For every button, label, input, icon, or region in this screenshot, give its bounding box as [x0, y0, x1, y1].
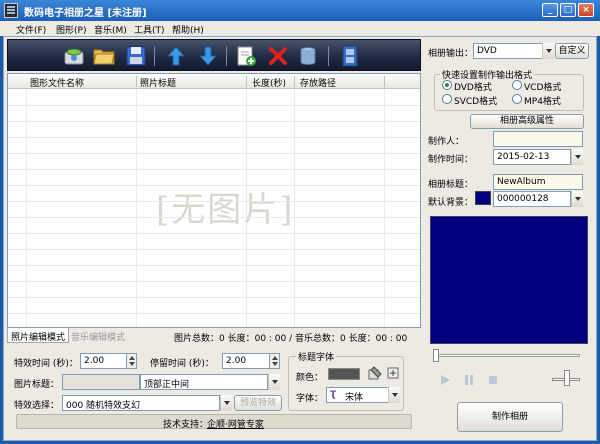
font-select[interactable]: Ʈ 宋体: [326, 387, 390, 403]
format-label-dvd[interactable]: DVD格式: [454, 80, 492, 93]
background-label: 默认背景：: [428, 198, 474, 208]
make-album-button[interactable]: 制作相册: [457, 402, 563, 432]
delete-icon[interactable]: [266, 44, 290, 68]
menu-tools[interactable]: 工具(T): [134, 23, 165, 36]
stats-readout: 图片总数：0 长度：00 : 00 / 音乐总数：0 长度：00 : 00: [174, 334, 408, 344]
background-color-value[interactable]: 000000128: [493, 191, 571, 207]
apply-color-icon[interactable]: [386, 366, 400, 380]
menu-music[interactable]: 音乐(M): [94, 23, 127, 36]
tab-music-edit[interactable]: 音乐编辑模式: [68, 328, 128, 343]
preview-effect-button[interactable]: 预览特效: [234, 395, 282, 411]
toolbar: [7, 39, 421, 71]
image-title-label: 图片标题：: [14, 380, 60, 390]
album-output-label: 相册输出：: [428, 49, 474, 59]
format-radio-dvd[interactable]: [442, 80, 452, 90]
chevron-down-icon[interactable]: [220, 395, 232, 411]
format-label-mp4[interactable]: MP4格式: [524, 94, 561, 107]
window-title: 数码电子相册之星 [未注册]: [24, 8, 147, 19]
column-header-filename[interactable]: 图形文件名称: [30, 76, 84, 89]
color-picker-icon[interactable]: [368, 366, 382, 380]
close-button[interactable]: ×: [578, 3, 594, 17]
save-icon[interactable]: [124, 44, 148, 68]
title-font-group-label: 标题字体: [296, 350, 337, 363]
background-color-swatch[interactable]: [475, 191, 491, 205]
image-title-input[interactable]: [62, 374, 140, 390]
effect-select[interactable]: 000 随机特效支幻: [62, 395, 220, 411]
column-header-path[interactable]: 存放路径: [300, 76, 336, 89]
playback-progress-thumb[interactable]: [433, 349, 439, 362]
list-header: 图形文件名称 照片标题 长度(秒) 存放路径: [8, 74, 420, 89]
add-image-icon[interactable]: [234, 44, 258, 68]
font-select-value: 宋体: [345, 393, 364, 403]
album-preview: [430, 216, 588, 344]
title-bar[interactable]: 数码电子相册之星 [未注册] _ □ ×: [0, 0, 600, 21]
font-label: 字体：: [296, 394, 324, 404]
date-label: 制作时间：: [428, 155, 474, 165]
album-output-select[interactable]: DVD: [473, 43, 543, 59]
album-title-label: 相册标题：: [428, 180, 474, 190]
author-input[interactable]: [493, 131, 583, 147]
support-label: 技术支持：: [163, 420, 209, 430]
film-icon[interactable]: [338, 44, 362, 68]
effect-time-input[interactable]: 2.00: [80, 353, 127, 369]
stay-time-label: 停留时间 (秒)：: [150, 359, 214, 369]
move-up-icon[interactable]: [164, 44, 188, 68]
format-label-svcd[interactable]: SVCD格式: [454, 94, 497, 107]
format-radio-svcd[interactable]: [442, 94, 452, 104]
album-title-input[interactable]: NewAlbum: [493, 174, 583, 190]
stop-icon[interactable]: [486, 373, 500, 387]
color-label: 颜色：: [296, 373, 324, 383]
minimize-button[interactable]: _: [542, 3, 558, 17]
stay-time-spinner[interactable]: [270, 353, 280, 369]
menu-file[interactable]: 文件(F): [16, 23, 46, 36]
format-radio-vcd[interactable]: [512, 80, 522, 90]
chevron-down-icon[interactable]: [268, 374, 280, 390]
title-position-select[interactable]: 顶部正中间: [140, 374, 268, 390]
maximize-button[interactable]: □: [560, 3, 576, 17]
advanced-properties-button[interactable]: 相册高级属性: [470, 114, 584, 129]
format-radio-mp4[interactable]: [512, 94, 522, 104]
move-down-icon[interactable]: [196, 44, 220, 68]
date-picker[interactable]: 2015-02-13: [493, 149, 571, 165]
menu-picture[interactable]: 图形(P): [56, 23, 86, 36]
play-icon[interactable]: [438, 373, 452, 387]
clear-icon[interactable]: [296, 44, 320, 68]
author-label: 制作人：: [428, 137, 465, 147]
custom-button[interactable]: 自定义: [555, 43, 589, 59]
support-link[interactable]: 企顺·网管专家: [207, 417, 264, 430]
chevron-down-icon[interactable]: [571, 149, 583, 165]
pause-icon[interactable]: [462, 373, 476, 387]
column-header-title[interactable]: 照片标题: [140, 76, 176, 89]
title-color-swatch[interactable]: [328, 368, 360, 380]
image-file-list[interactable]: 图形文件名称 照片标题 长度(秒) 存放路径 [无图片]: [7, 73, 421, 328]
scan-icon[interactable]: [62, 44, 86, 68]
effect-time-label: 特效时间 (秒)：: [14, 359, 78, 369]
tab-photo-edit[interactable]: 照片编辑模式: [7, 328, 70, 343]
no-image-placeholder: [无图片]: [156, 190, 295, 230]
volume-thumb[interactable]: [564, 370, 571, 386]
open-folder-icon[interactable]: [92, 44, 116, 68]
menu-help[interactable]: 帮助(H): [172, 23, 204, 36]
support-bar: 技术支持： 企顺·网管专家: [16, 414, 412, 430]
font-type-icon: Ʈ: [330, 390, 337, 400]
column-header-length[interactable]: 长度(秒): [252, 76, 286, 89]
chevron-down-icon[interactable]: [542, 43, 554, 59]
effect-time-spinner[interactable]: [127, 353, 137, 369]
menu-bar: 文件(F) 图形(P) 音乐(M) 工具(T) 帮助(H): [0, 21, 600, 36]
format-label-vcd[interactable]: VCD格式: [524, 80, 561, 93]
chevron-down-icon[interactable]: [571, 191, 583, 207]
effect-select-label: 特效选择：: [14, 401, 60, 411]
stay-time-input[interactable]: 2.00: [222, 353, 270, 369]
playback-progress-track[interactable]: [436, 354, 580, 357]
app-film-icon: [4, 3, 18, 18]
chevron-down-icon[interactable]: [388, 387, 400, 403]
